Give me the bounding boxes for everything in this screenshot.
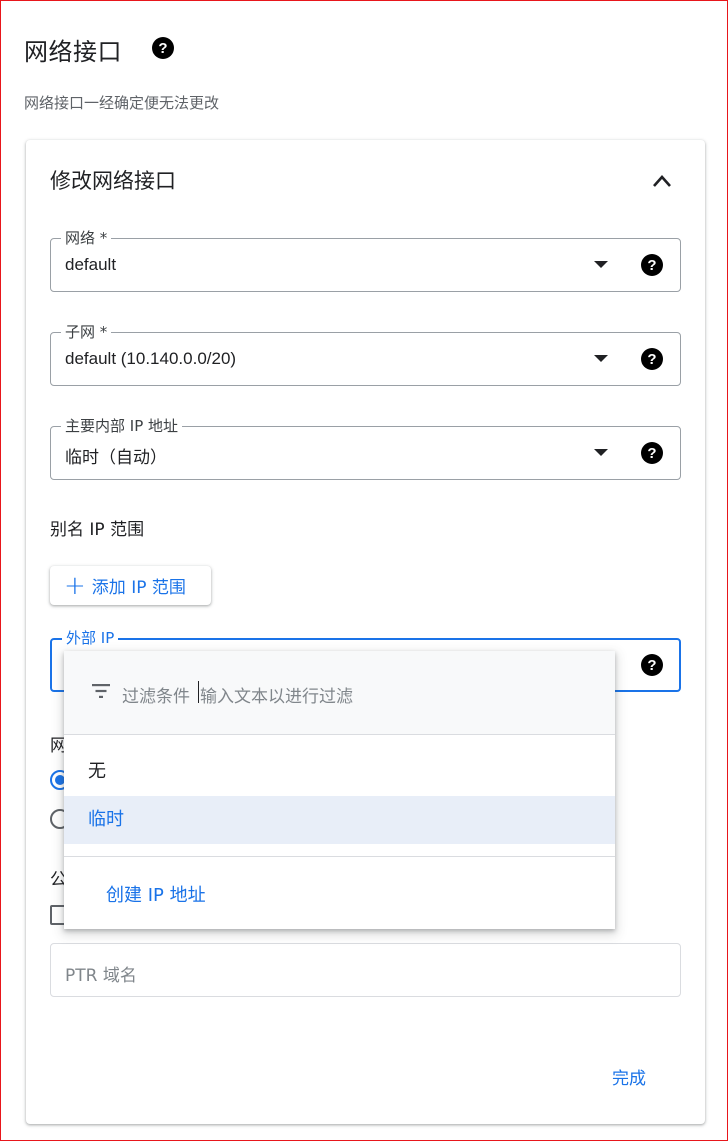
chevron-up-icon[interactable] <box>651 172 673 190</box>
help-icon[interactable]: ? <box>641 254 663 276</box>
arrow-drop-down-icon[interactable] <box>594 261 608 268</box>
arrow-drop-down-icon[interactable] <box>594 449 608 456</box>
subnet-select[interactable]: 子网 * default (10.140.0.0/20) ? <box>50 321 681 386</box>
internal-ip-select[interactable]: 主要内部 IP 地址 临时（自动） ? <box>50 415 681 480</box>
done-button[interactable]: 完成 <box>612 1064 646 1089</box>
filter-label: 过滤条件 <box>122 687 190 707</box>
menu-item-none[interactable]: 无 <box>64 748 615 796</box>
network-value: default <box>65 255 117 274</box>
internal-ip-label: 主要内部 IP 地址 <box>61 415 183 436</box>
subnet-label: 子网 * <box>61 321 112 342</box>
network-select[interactable]: 网络 * default ? <box>50 227 681 292</box>
menu-divider <box>64 856 615 857</box>
network-label: 网络 * <box>61 227 112 248</box>
add-ip-range-button[interactable]: + 添加 IP 范围 <box>50 566 211 605</box>
subnet-value: default (10.140.0.0/20) <box>65 349 237 368</box>
menu-filter-bar[interactable]: 过滤条件 输入文本以进行过滤 <box>64 651 615 735</box>
filter-input[interactable]: 输入文本以进行过滤 <box>200 682 353 707</box>
help-icon[interactable]: ? <box>152 37 174 59</box>
help-icon[interactable]: ? <box>641 348 663 370</box>
menu-item-ephemeral[interactable]: 临时 <box>64 796 615 844</box>
filter-list-icon <box>92 684 110 698</box>
alias-ip-section-label: 别名 IP 范围 <box>50 520 145 540</box>
help-icon[interactable]: ? <box>641 442 663 464</box>
page-subtitle: 网络接口一经确定便无法更改 <box>24 94 220 112</box>
internal-ip-value: 临时（自动） <box>65 448 167 468</box>
help-icon[interactable]: ? <box>641 654 663 676</box>
ptr-domain-input[interactable]: PTR 域名 <box>50 943 681 997</box>
page-title: 网络接口 <box>24 38 122 66</box>
card-title: 修改网络接口 <box>50 169 176 193</box>
text-cursor <box>198 681 199 703</box>
external-ip-dropdown-menu: 过滤条件 输入文本以进行过滤 无 临时 创建 IP 地址 <box>64 651 615 929</box>
ptr-domain-placeholder: PTR 域名 <box>65 966 137 986</box>
arrow-drop-down-icon[interactable] <box>594 355 608 362</box>
create-ip-address-button[interactable]: 创建 IP 地址 <box>106 881 206 907</box>
external-ip-label: 外部 IP <box>62 627 119 648</box>
add-ip-range-label: 添加 IP 范围 <box>91 578 186 598</box>
plus-icon: + <box>64 570 86 601</box>
